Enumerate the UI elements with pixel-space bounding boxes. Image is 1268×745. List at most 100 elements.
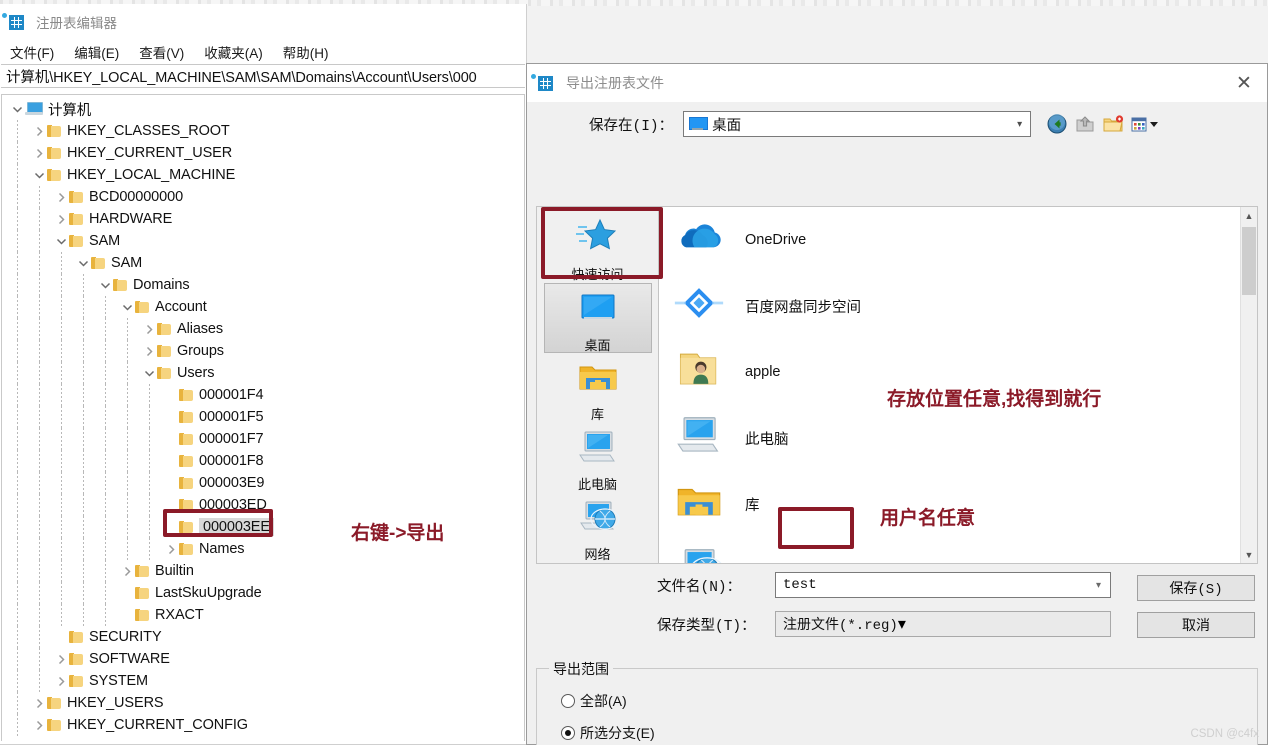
chevron-right-icon[interactable] <box>163 541 179 557</box>
tree-item-security[interactable]: SECURITY <box>2 626 524 648</box>
scroll-up-icon[interactable]: ▲ <box>1241 207 1257 224</box>
tree-guide-line <box>17 516 18 538</box>
tree-item-users[interactable]: Users <box>2 362 524 384</box>
scroll-down-icon[interactable]: ▼ <box>1241 546 1257 563</box>
file-list-item[interactable]: 此电脑 <box>659 405 1257 471</box>
tree-item-000001f7[interactable]: 000001F7 <box>2 428 524 450</box>
tree-item-aliases[interactable]: Aliases <box>2 318 524 340</box>
place-item-0[interactable]: 快速访问 <box>544 213 652 283</box>
chevron-down-icon[interactable] <box>97 277 113 293</box>
tree-item-system[interactable]: SYSTEM <box>2 670 524 692</box>
up-folder-icon[interactable] <box>1074 113 1096 135</box>
close-icon[interactable]: ✕ <box>1221 64 1267 102</box>
place-item-2[interactable]: 库 <box>544 353 652 423</box>
tree-item-sam[interactable]: SAM <box>2 230 524 252</box>
folder-icon <box>157 322 172 336</box>
tree-item-account[interactable]: Account <box>2 296 524 318</box>
tree-item-000003e9[interactable]: 000003E9 <box>2 472 524 494</box>
folder-icon <box>113 278 128 292</box>
menu-file[interactable]: 文件(F) <box>8 41 56 63</box>
chevron-right-icon[interactable] <box>31 123 47 139</box>
chevron-right-icon[interactable] <box>119 563 135 579</box>
tree-guide-line <box>105 582 106 604</box>
tree-item-000003ed[interactable]: 000003ED <box>2 494 524 516</box>
chevron-right-icon[interactable] <box>53 673 69 689</box>
chevron-right-icon[interactable] <box>53 211 69 227</box>
file-list-item[interactable]: 百度网盘同步空间 <box>659 273 1257 339</box>
tree-item-hkey-local-machine[interactable]: HKEY_LOCAL_MACHINE <box>2 164 524 186</box>
tree-item-domains[interactable]: Domains <box>2 274 524 296</box>
chevron-right-icon[interactable] <box>31 695 47 711</box>
chevron-down-icon[interactable] <box>31 167 47 183</box>
tree-item-hkey-current-user[interactable]: HKEY_CURRENT_USER <box>2 142 524 164</box>
back-icon[interactable] <box>1046 113 1068 135</box>
menubar: 文件(F) 编辑(E) 查看(V) 收藏夹(A) 帮助(H) <box>0 39 526 64</box>
cancel-button[interactable]: 取消 <box>1137 612 1255 638</box>
filetype-combobox[interactable]: 注册文件(*.reg) ▾ <box>775 611 1111 637</box>
menu-edit[interactable]: 编辑(E) <box>72 41 121 63</box>
filename-input[interactable]: test ▾ <box>775 572 1111 598</box>
chevron-right-icon[interactable] <box>53 189 69 205</box>
menu-view[interactable]: 查看(V) <box>137 41 186 63</box>
tree-item-000003ee[interactable]: 000003EE <box>2 516 524 538</box>
views-icon[interactable] <box>1130 113 1162 135</box>
place-item-3[interactable]: 此电脑 <box>544 423 652 493</box>
chevron-right-icon[interactable] <box>141 321 157 337</box>
place-item-1[interactable]: 桌面 <box>543 283 652 353</box>
tree-guide-line <box>83 604 84 626</box>
tree-guide-line <box>17 626 18 648</box>
tree-guide-line <box>61 450 62 472</box>
tree-item-rxact[interactable]: RXACT <box>2 604 524 626</box>
chevron-right-icon[interactable] <box>31 717 47 733</box>
chevron-down-icon[interactable] <box>9 101 25 117</box>
radio-export-branch[interactable]: 所选分支(E) <box>561 723 655 743</box>
chevron-down-icon[interactable] <box>75 255 91 271</box>
save-button[interactable]: 保存(S) <box>1137 575 1255 601</box>
tree-item-groups[interactable]: Groups <box>2 340 524 362</box>
tree-guide-line <box>105 494 106 516</box>
tree-guide-line <box>17 648 18 670</box>
tree-item-hkey-classes-root[interactable]: HKEY_CLASSES_ROOT <box>2 120 524 142</box>
menu-help[interactable]: 帮助(H) <box>281 41 331 63</box>
menu-favorites[interactable]: 收藏夹(A) <box>202 41 265 63</box>
tree-item-lastskuupgrade[interactable]: LastSkuUpgrade <box>2 582 524 604</box>
chevron-down-icon[interactable] <box>141 365 157 381</box>
tree-item-hardware[interactable]: HARDWARE <box>2 208 524 230</box>
tree-guide-line <box>17 362 18 384</box>
radio-export-all[interactable]: 全部(A) <box>561 691 627 711</box>
address-bar[interactable]: 计算机\HKEY_LOCAL_MACHINE\SAM\SAM\Domains\A… <box>1 64 525 88</box>
tree-item-hkey-users[interactable]: HKEY_USERS <box>2 692 524 714</box>
folder-icon <box>69 234 84 248</box>
tree-guide-line <box>39 230 40 252</box>
file-list-item[interactable]: OneDrive <box>659 207 1257 273</box>
chevron-down-icon[interactable] <box>53 233 69 249</box>
tree-item-bcd00000000[interactable]: BCD00000000 <box>2 186 524 208</box>
tree-guide-line <box>83 362 84 384</box>
chevron-down-icon[interactable]: ▾ <box>1017 112 1022 136</box>
chevron-right-icon[interactable] <box>31 145 47 161</box>
tree-guide-line <box>17 670 18 692</box>
tree-item-hkey-current-config[interactable]: HKEY_CURRENT_CONFIG <box>2 714 524 736</box>
registry-tree[interactable]: 计算机 HKEY_CLASSES_ROOT HKEY_CURRENT_USER HKE… <box>2 95 524 736</box>
tree-item-builtin[interactable]: Builtin <box>2 560 524 582</box>
file-list-scrollbar[interactable]: ▲ ▼ <box>1240 207 1257 563</box>
tree-item-software[interactable]: SOFTWARE <box>2 648 524 670</box>
save-in-combobox[interactable]: 桌面 ▾ <box>683 111 1032 137</box>
new-folder-icon[interactable] <box>1102 113 1124 135</box>
tree-item--[interactable]: 计算机 <box>2 98 524 120</box>
place-item-4[interactable]: 网络 <box>544 493 652 563</box>
file-list-item[interactable] <box>659 537 1257 563</box>
chevron-right-icon[interactable] <box>53 651 69 667</box>
chevron-down-icon[interactable]: ▾ <box>1096 580 1101 591</box>
chevron-down-icon[interactable] <box>119 299 135 315</box>
places-bar[interactable]: 快速访问 桌面库此电脑 网络 <box>536 206 658 564</box>
tree-item-names[interactable]: Names <box>2 538 524 560</box>
tree-item-000001f8[interactable]: 000001F8 <box>2 450 524 472</box>
tree-item-000001f4[interactable]: 000001F4 <box>2 384 524 406</box>
tree-item-000001f5[interactable]: 000001F5 <box>2 406 524 428</box>
chevron-down-icon[interactable]: ▾ <box>898 614 906 634</box>
scrollbar-thumb[interactable] <box>1242 227 1256 295</box>
chevron-right-icon[interactable] <box>141 343 157 359</box>
tree-item-sam[interactable]: SAM <box>2 252 524 274</box>
tree-item-label: SAM <box>111 255 143 271</box>
